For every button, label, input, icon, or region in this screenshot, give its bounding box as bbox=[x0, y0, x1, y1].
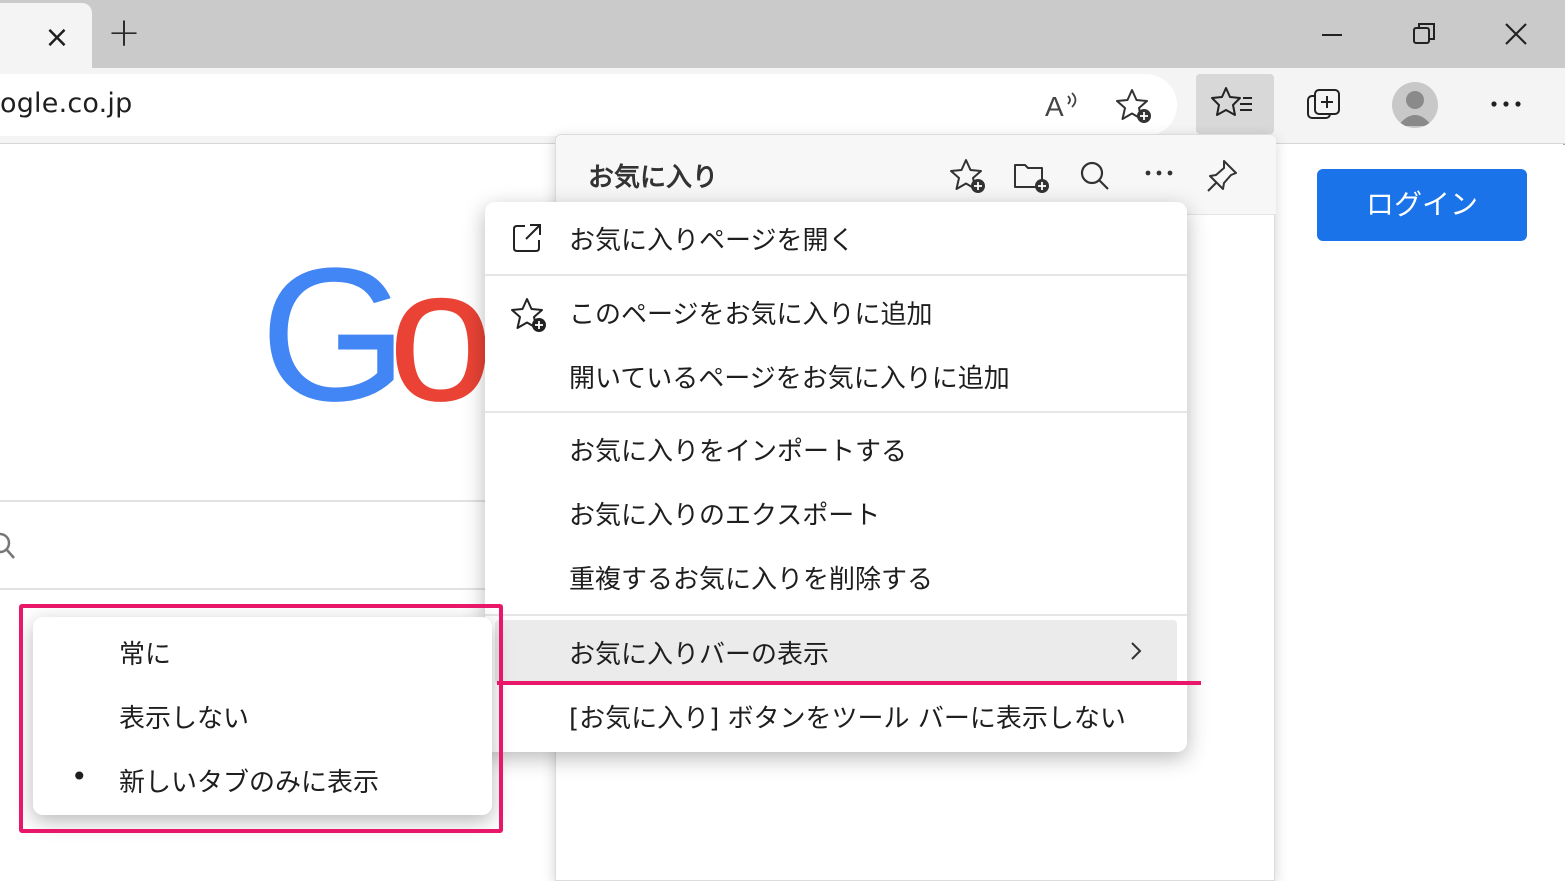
favorites-button[interactable] bbox=[1196, 74, 1274, 134]
favorites-icon bbox=[1211, 87, 1252, 116]
menu-item-hide-favorites-button[interactable]: [お気に入り] ボタンをツール バーに表示しない bbox=[485, 684, 1187, 748]
menu-item-label: お気に入りのエクスポート bbox=[569, 501, 881, 531]
favorites-panel-title: お気に入り bbox=[588, 163, 719, 193]
menu-item-label: [お気に入り] ボタンをツール バーに表示しない bbox=[569, 704, 1126, 734]
search-icon[interactable] bbox=[1078, 159, 1114, 199]
browser-toolbar: ogle.co.jp A bbox=[0, 68, 1565, 144]
more-options-icon[interactable] bbox=[1142, 161, 1178, 189]
add-favorite-icon[interactable] bbox=[1114, 87, 1154, 129]
browser-tab[interactable]: × bbox=[0, 3, 92, 68]
menu-item-show-favorites-bar[interactable]: お気に入りバーの表示 bbox=[495, 620, 1177, 684]
menu-item-remove-duplicates[interactable]: 重複するお気に入りを削除する bbox=[485, 545, 1187, 609]
close-window-button[interactable] bbox=[1496, 14, 1536, 54]
new-tab-button[interactable]: + bbox=[104, 13, 144, 54]
add-favorite-icon[interactable] bbox=[948, 157, 988, 199]
menu-item-label: 開いているページをお気に入りに追加 bbox=[569, 364, 1010, 394]
menu-divider bbox=[485, 411, 1187, 413]
google-logo: G o bbox=[260, 255, 494, 415]
minimize-icon bbox=[1322, 34, 1342, 36]
url-text[interactable]: ogle.co.jp bbox=[0, 88, 132, 119]
close-tab-icon[interactable]: × bbox=[40, 21, 74, 55]
search-box-bottom-border bbox=[0, 588, 560, 590]
menu-divider bbox=[485, 614, 1187, 616]
search-box-top-border bbox=[0, 500, 560, 502]
logo-letter-o: o bbox=[388, 255, 494, 415]
restore-icon bbox=[1413, 23, 1435, 44]
favorites-more-menu: お気に入りページを開く このページをお気に入りに追加 開いているページをお気に入… bbox=[485, 202, 1187, 752]
svg-text:A: A bbox=[1045, 91, 1064, 122]
address-bar[interactable]: ogle.co.jp A bbox=[0, 74, 1177, 136]
menu-item-label: お気に入りバーの表示 bbox=[569, 640, 830, 670]
menu-divider bbox=[485, 274, 1187, 276]
profile-avatar[interactable] bbox=[1392, 82, 1438, 128]
pin-icon[interactable] bbox=[1204, 157, 1242, 199]
menu-item-label: 重複するお気に入りを削除する bbox=[569, 565, 934, 595]
menu-item-add-this-page[interactable]: このページをお気に入りに追加 bbox=[485, 280, 1187, 344]
highlight-underline bbox=[497, 681, 1201, 685]
more-icon[interactable] bbox=[1488, 92, 1524, 120]
highlight-box bbox=[19, 604, 503, 833]
menu-item-add-open-pages[interactable]: 開いているページをお気に入りに追加 bbox=[485, 344, 1187, 408]
collections-icon[interactable] bbox=[1304, 86, 1344, 130]
menu-item-label: お気に入りをインポートする bbox=[569, 437, 908, 467]
chevron-right-icon bbox=[1121, 636, 1151, 666]
add-favorite-icon bbox=[509, 296, 546, 332]
close-icon bbox=[1505, 23, 1527, 45]
menu-item-label: お気に入りページを開く bbox=[569, 226, 855, 256]
restore-button[interactable] bbox=[1404, 14, 1444, 54]
menu-item-import-favorites[interactable]: お気に入りをインポートする bbox=[485, 417, 1187, 481]
logo-letter-g: G bbox=[260, 255, 408, 415]
menu-item-export-favorites[interactable]: お気に入りのエクスポート bbox=[485, 481, 1187, 545]
login-button[interactable]: ログイン bbox=[1317, 169, 1527, 241]
menu-item-label: このページをお気に入りに追加 bbox=[569, 300, 933, 330]
read-aloud-icon[interactable]: A bbox=[1044, 88, 1080, 126]
open-external-icon bbox=[509, 220, 545, 256]
minimize-button[interactable] bbox=[1312, 14, 1352, 54]
tab-strip: × + bbox=[0, 0, 1565, 68]
search-icon bbox=[0, 531, 22, 567]
menu-item-open-favorites-page[interactable]: お気に入りページを開く bbox=[485, 206, 1187, 270]
add-folder-icon[interactable] bbox=[1012, 157, 1052, 199]
